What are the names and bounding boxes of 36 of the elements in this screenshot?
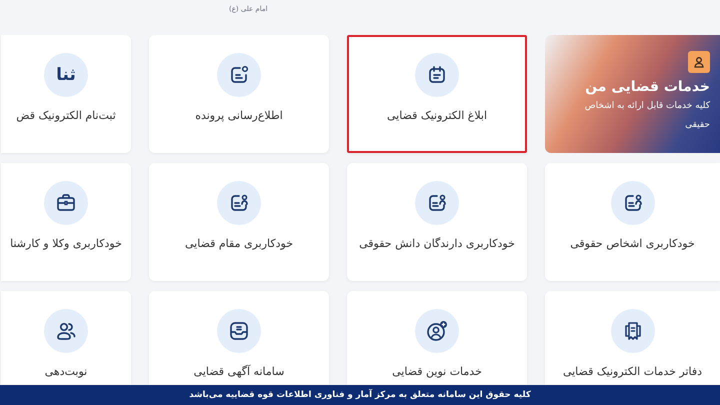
inbox-icon [228, 320, 250, 342]
service-card[interactable]: خودکاربری اشخاص حقوقی [545, 163, 720, 281]
document-user-icon [426, 192, 448, 214]
service-label: دفاتر خدمات الکترونیک قضایی [562, 365, 702, 378]
service-card[interactable]: خودکاربری دارندگان دانش حقوقی [347, 163, 527, 281]
service-label: اطلاع‌رسانی پرونده [195, 109, 283, 122]
user-plus-icon [425, 319, 449, 343]
service-label: سامانه آگهی قضایی [194, 365, 284, 378]
service-label: خودکاربری مقام قضایی [185, 237, 294, 250]
user-icon [688, 51, 710, 73]
service-card[interactable]: خودکاربری مقام قضایی [149, 163, 329, 281]
service-label: خودکاربری وکلا و کارشنا [10, 237, 122, 250]
service-card[interactable]: اطلاع‌رسانی پرونده [149, 35, 329, 153]
service-label: ابلاغ الکترونیک قضایی [386, 109, 488, 122]
service-card[interactable]: خدمات نوین قضایی [347, 291, 527, 385]
service-card[interactable]: دفاتر خدمات الکترونیک قضایی [545, 291, 720, 385]
service-card[interactable]: ثنا ثبت‌نام الکترونیک قض [1, 35, 131, 153]
service-label: خودکاربری دارندگان دانش حقوقی [359, 237, 515, 250]
copyright-footer: کلیه حقوق این سامانه متعلق به مرکز آمار و فناوری اطلاعات قوه قضاییه می‌باشد [0, 385, 720, 405]
service-label: نوبت‌دهی [44, 365, 88, 378]
briefcase-icon [55, 192, 77, 214]
featured-service-card[interactable]: خدمات قضایی من کلیه خدمات قابل ارائه به اشخاص حقیقی [545, 35, 720, 153]
calendar-icon [427, 65, 447, 85]
service-card[interactable]: سامانه آگهی قضایی [149, 291, 329, 385]
users-icon [55, 320, 77, 342]
service-label: خودکاربری اشخاص حقوقی [570, 237, 695, 250]
service-label: ثبت‌نام الکترونیک قض [16, 109, 116, 122]
logo-text: ثنا [56, 66, 76, 84]
featured-title: خدمات قضایی من [585, 79, 710, 95]
service-label: خدمات نوین قضایی [392, 365, 482, 378]
document-dot-icon [228, 64, 250, 86]
service-card[interactable]: خودکاربری وکلا و کارشنا [1, 163, 131, 281]
featured-description: کلیه خدمات قابل ارائه به اشخاص حقیقی [584, 100, 710, 132]
service-card[interactable]: نوبت‌دهی [1, 291, 131, 385]
document-user-icon [228, 192, 250, 214]
service-card[interactable]: ابلاغ الکترونیک قضایی [347, 35, 527, 153]
